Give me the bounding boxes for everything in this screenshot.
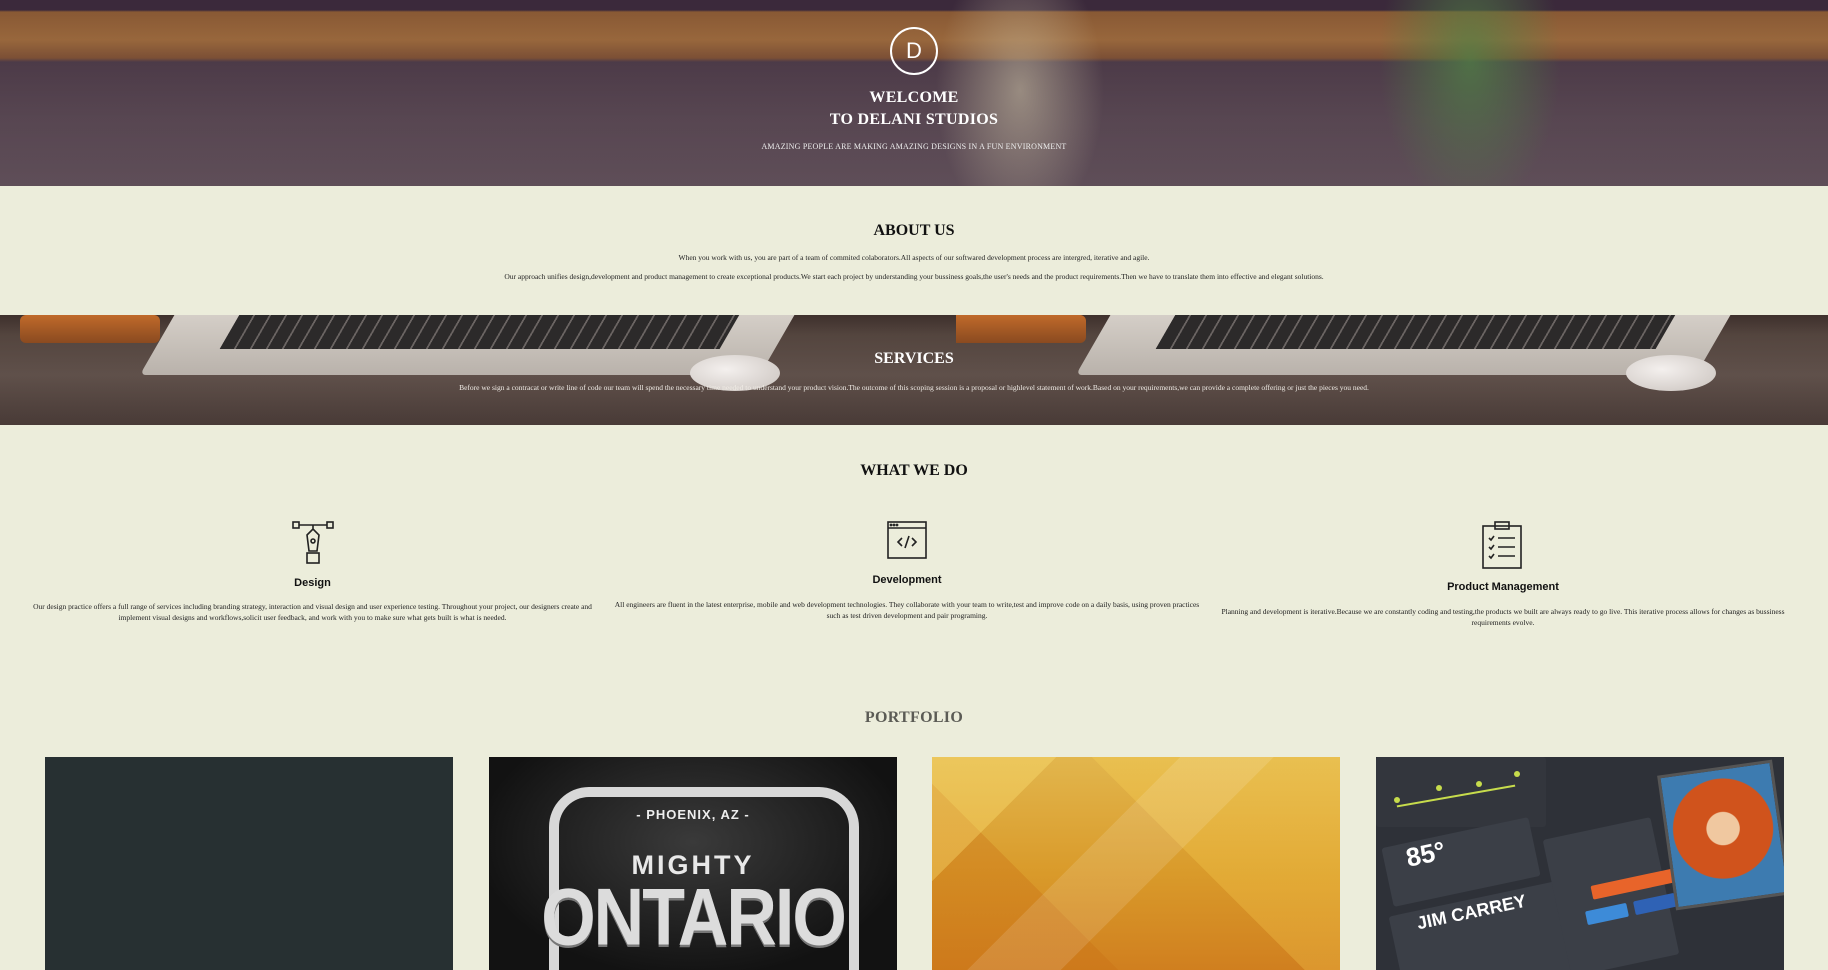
service-design-text: Our design practice offers a full range …: [33, 602, 592, 622]
dashboard-chart-point: [1394, 797, 1400, 803]
hero-banner: D WELCOME TO DELANI STUDIOS AMAZING PEOP…: [0, 0, 1828, 186]
hero-title-line2: TO DELANI STUDIOS: [829, 111, 999, 128]
portfolio-item-1[interactable]: [45, 757, 453, 970]
service-product-management-text: Planning and development is iterative.Be…: [1221, 607, 1785, 627]
services-laptop-image-left: [0, 315, 956, 425]
about-paragraph-2: Our approach unifies design,development …: [504, 272, 1324, 281]
services-paragraph: Before we sign a contracat or write line…: [459, 383, 1369, 392]
portfolio-item-2[interactable]: - PHOENIX, AZ - MIGHTY ONTARIO: [489, 757, 897, 970]
portfolio-item-3[interactable]: [932, 757, 1340, 970]
services-laptop-image-right: [956, 315, 1828, 425]
dashboard-portrait-image: [1657, 759, 1784, 911]
service-product-management-title: Product Management: [1447, 581, 1559, 593]
dashboard-chart-point: [1476, 781, 1482, 787]
portfolio-title: PORTFOLIO: [864, 709, 964, 726]
clipboard-checklist-icon: [1481, 521, 1523, 574]
badge-ontario-text: ONTARIO: [541, 872, 847, 962]
about-title: ABOUT US: [873, 222, 955, 239]
hero-tagline: AMAZING PEOPLE ARE MAKING AMAZING DESIGN…: [761, 142, 1067, 151]
dashboard-chart-point: [1514, 771, 1520, 777]
services-title: SERVICES: [874, 350, 954, 367]
hero-title-line1: WELCOME: [869, 89, 959, 106]
service-product-management: Product Management Planning and developm…: [1218, 515, 1788, 627]
pen-tool-icon: [292, 521, 334, 570]
delani-logo[interactable]: D: [890, 27, 938, 75]
portfolio-item-4[interactable]: 85° JIM CARREY: [1376, 757, 1784, 970]
about-paragraph-1: When you work with us, you are part of a…: [678, 253, 1150, 262]
what-we-do-title: WHAT WE DO: [860, 462, 968, 479]
dashboard-panel-chart: [1376, 757, 1546, 827]
badge-subtitle: - PHOENIX, AZ -: [636, 807, 750, 822]
service-development: Development All engineers are fluent in …: [612, 515, 1202, 625]
service-development-text: All engineers are fluent in the latest e…: [614, 600, 1200, 620]
dashboard-chart-point: [1436, 785, 1442, 791]
services-section: [0, 315, 1828, 425]
service-development-title: Development: [872, 574, 942, 586]
service-design: Design Our design practice offers a full…: [30, 515, 595, 625]
code-window-icon: [887, 521, 927, 564]
service-design-title: Design: [294, 577, 331, 589]
